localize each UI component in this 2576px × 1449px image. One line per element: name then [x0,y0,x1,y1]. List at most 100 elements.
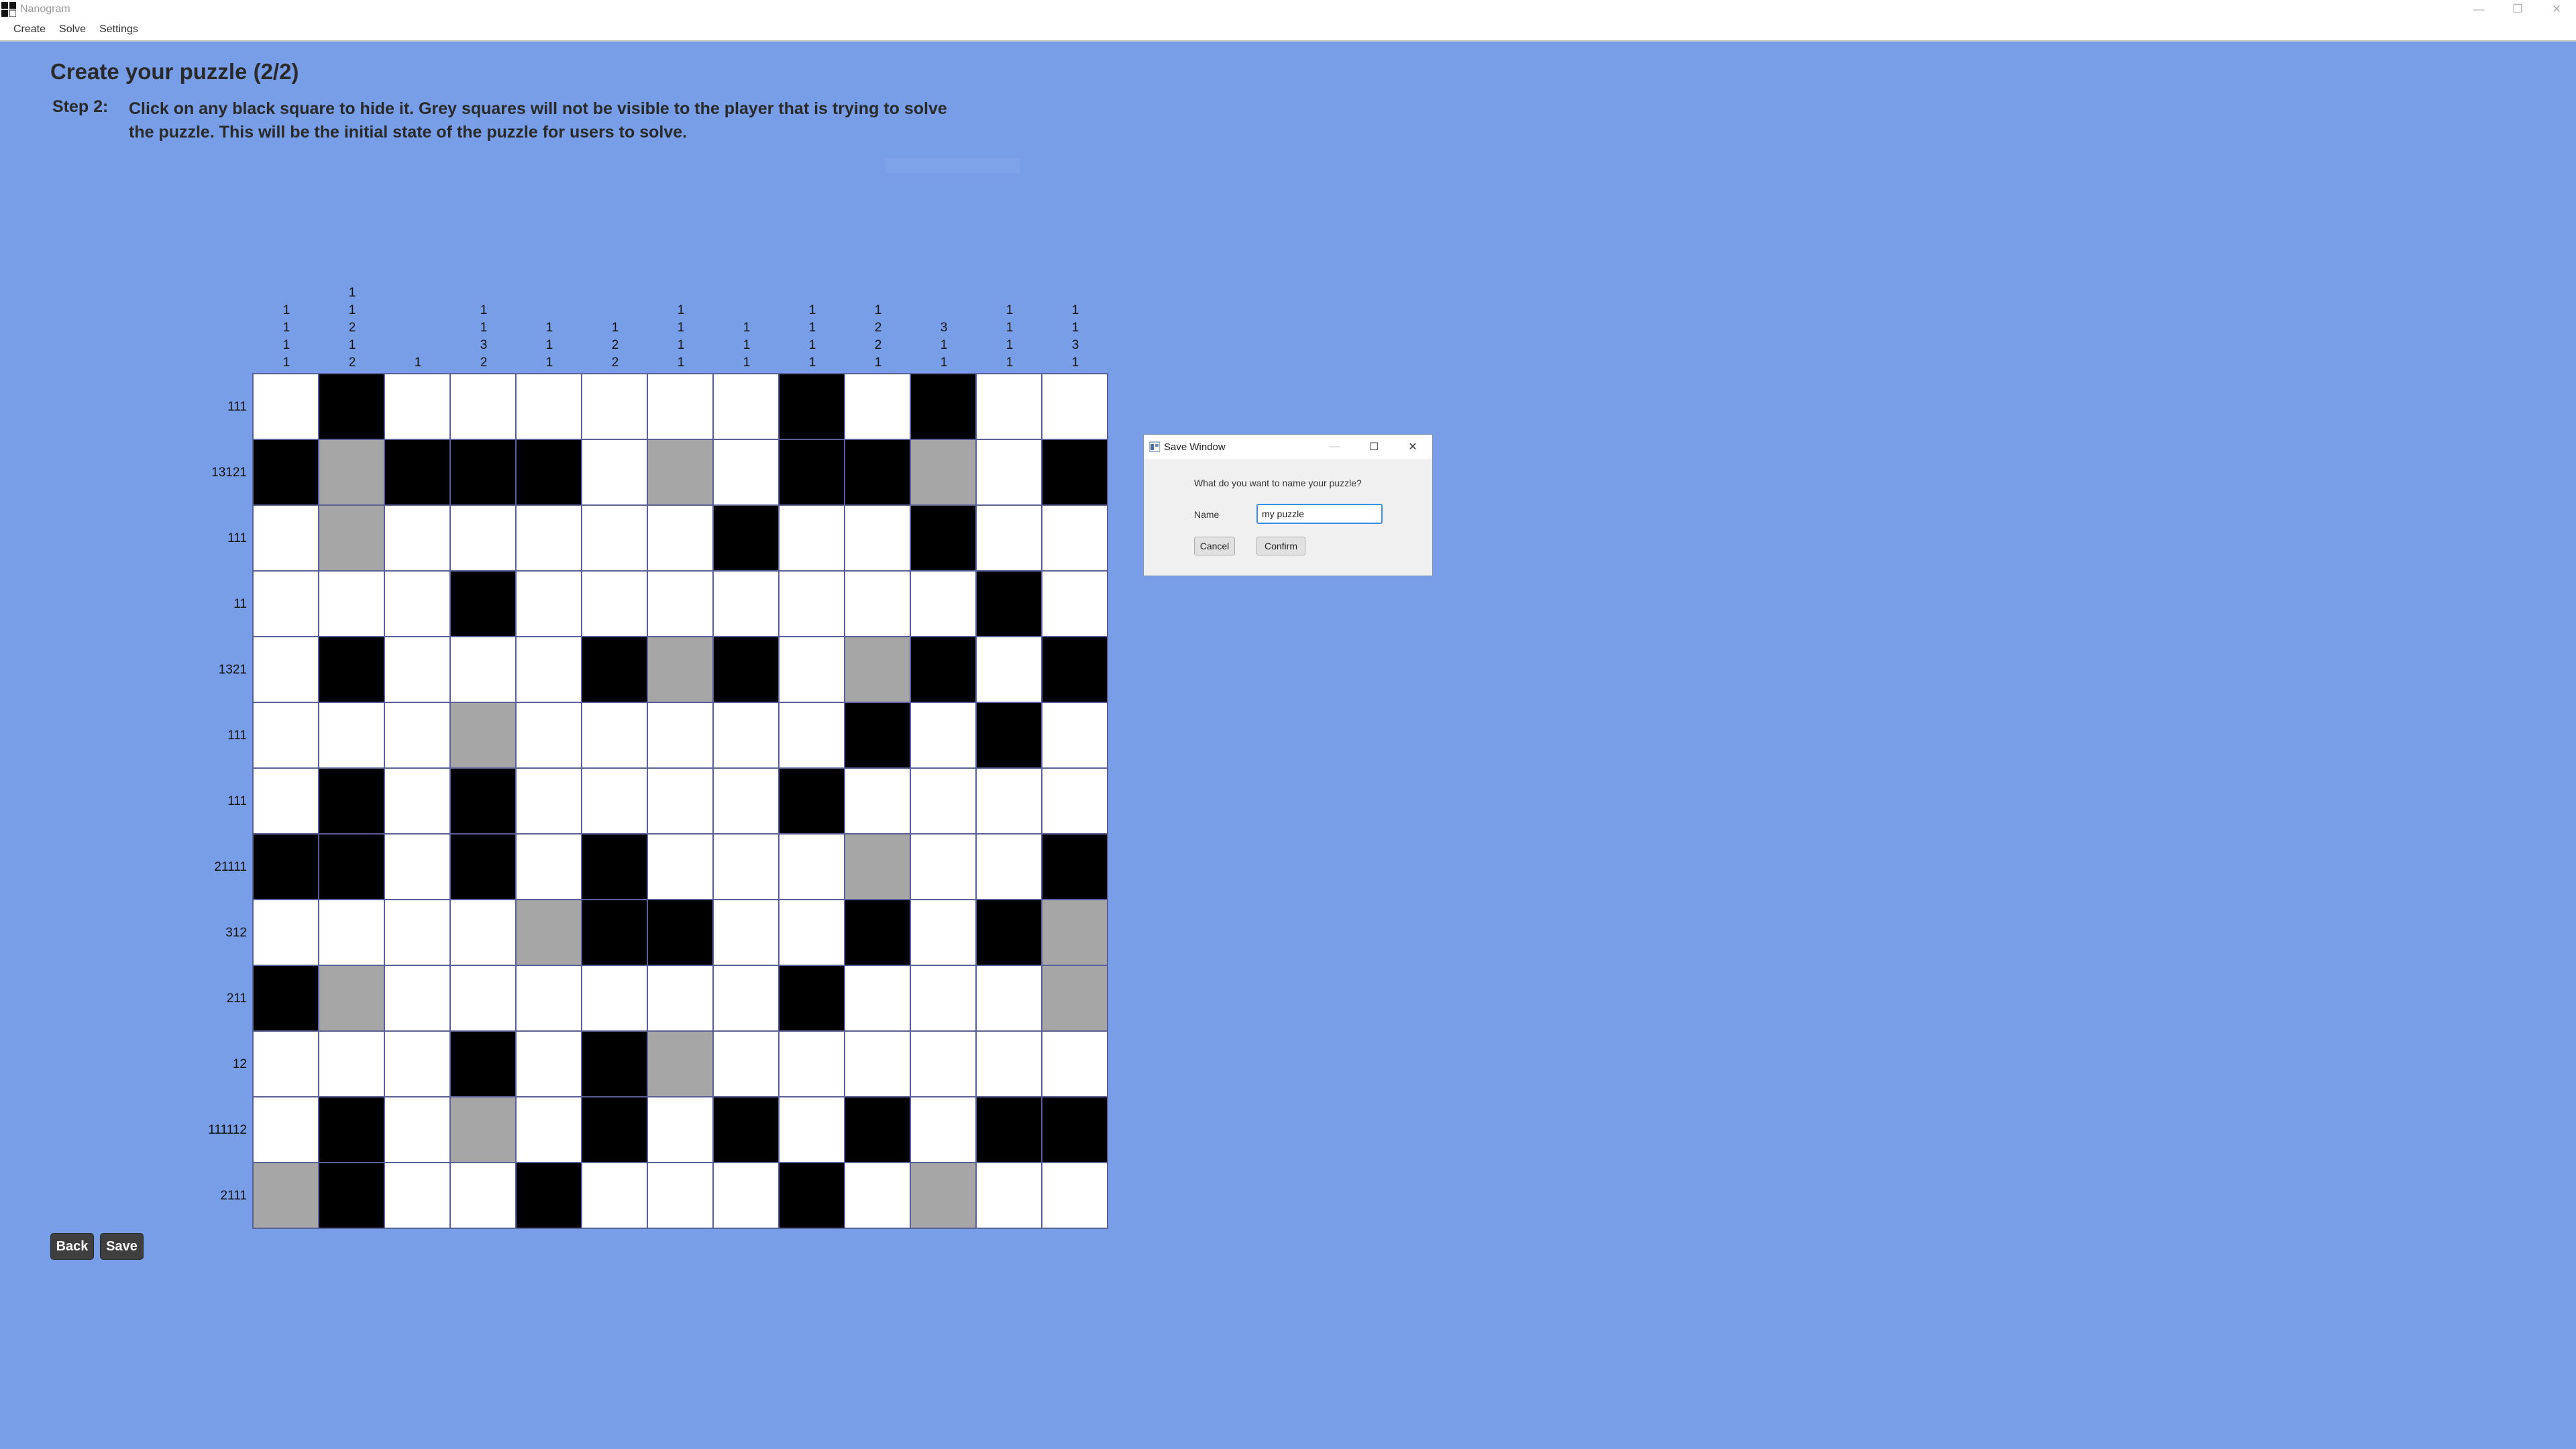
grid-cell-black[interactable] [319,637,384,702]
grid-cell-white[interactable] [451,900,515,965]
grid-cell-white[interactable] [780,1097,844,1162]
grid-cell-white[interactable] [977,506,1041,570]
grid-cell-white[interactable] [517,1097,581,1162]
grid-cell-black[interactable] [451,572,515,636]
grid-cell-grey[interactable] [845,637,910,702]
grid-cell-white[interactable] [385,374,449,439]
grid-cell-black[interactable] [582,1032,647,1096]
minimize-icon[interactable]: — [2459,0,2498,19]
grid-cell-white[interactable] [977,835,1041,899]
grid-cell-white[interactable] [254,1097,318,1162]
grid-cell-white[interactable] [977,1032,1041,1096]
grid-cell-white[interactable] [1042,769,1107,833]
grid-cell-white[interactable] [385,769,449,833]
grid-cell-grey[interactable] [319,440,384,504]
grid-cell-white[interactable] [714,374,778,439]
grid-cell-black[interactable] [451,1032,515,1096]
grid-cell-white[interactable] [254,703,318,767]
grid-cell-black[interactable] [582,835,647,899]
grid-cell-black[interactable] [845,440,910,504]
grid-cell-black[interactable] [582,1097,647,1162]
grid-cell-white[interactable] [517,506,581,570]
grid-cell-white[interactable] [517,966,581,1030]
grid-cell-white[interactable] [385,1032,449,1096]
grid-cell-white[interactable] [1042,572,1107,636]
grid-cell-black[interactable] [845,900,910,965]
grid-cell-grey[interactable] [319,506,384,570]
grid-cell-black[interactable] [1042,637,1107,702]
grid-cell-white[interactable] [845,1032,910,1096]
grid-cell-white[interactable] [517,703,581,767]
grid-cell-white[interactable] [1042,1163,1107,1228]
grid-cell-white[interactable] [714,703,778,767]
grid-cell-white[interactable] [385,637,449,702]
grid-cell-white[interactable] [582,703,647,767]
grid-cell-white[interactable] [517,637,581,702]
grid-cell-white[interactable] [845,966,910,1030]
restore-icon[interactable]: ❐ [2498,0,2537,19]
grid-cell-white[interactable] [582,769,647,833]
grid-cell-black[interactable] [517,440,581,504]
grid-cell-black[interactable] [977,1097,1041,1162]
grid-cell-white[interactable] [648,1097,712,1162]
grid-cell-grey[interactable] [648,1032,712,1096]
grid-cell-white[interactable] [254,572,318,636]
grid-cell-black[interactable] [319,1097,384,1162]
grid-cell-grey[interactable] [1042,966,1107,1030]
grid-cell-white[interactable] [517,769,581,833]
grid-cell-white[interactable] [451,637,515,702]
grid-cell-white[interactable] [517,835,581,899]
confirm-button[interactable]: Confirm [1256,537,1305,555]
grid-cell-white[interactable] [780,637,844,702]
grid-cell-black[interactable] [977,703,1041,767]
grid-cell-grey[interactable] [845,835,910,899]
grid-cell-black[interactable] [845,1097,910,1162]
grid-cell-black[interactable] [451,835,515,899]
grid-cell-white[interactable] [385,703,449,767]
grid-cell-white[interactable] [977,374,1041,439]
grid-cell-black[interactable] [977,900,1041,965]
grid-cell-white[interactable] [714,1032,778,1096]
grid-cell-black[interactable] [582,900,647,965]
maximize-icon[interactable]: ☐ [1354,435,1393,459]
grid-cell-white[interactable] [648,835,712,899]
grid-cell-white[interactable] [977,1163,1041,1228]
grid-cell-black[interactable] [385,440,449,504]
grid-cell-white[interactable] [582,1163,647,1228]
grid-cell-black[interactable] [911,637,975,702]
back-button[interactable]: Back [50,1233,94,1260]
grid-cell-white[interactable] [648,1163,712,1228]
grid-cell-white[interactable] [451,374,515,439]
cancel-button[interactable]: Cancel [1194,537,1235,555]
grid-cell-black[interactable] [648,900,712,965]
grid-cell-black[interactable] [780,1163,844,1228]
grid-cell-black[interactable] [780,966,844,1030]
grid-cell-white[interactable] [714,572,778,636]
name-input[interactable] [1256,504,1383,524]
grid-cell-white[interactable] [845,769,910,833]
grid-cell-white[interactable] [1042,1032,1107,1096]
grid-cell-black[interactable] [319,769,384,833]
grid-cell-white[interactable] [911,572,975,636]
grid-cell-white[interactable] [911,900,975,965]
grid-cell-white[interactable] [254,506,318,570]
grid-cell-grey[interactable] [911,440,975,504]
grid-cell-white[interactable] [254,1032,318,1096]
grid-cell-black[interactable] [714,1097,778,1162]
close-icon[interactable]: ✕ [1393,435,1432,459]
grid-cell-white[interactable] [977,769,1041,833]
grid-cell-white[interactable] [845,1163,910,1228]
grid-cell-white[interactable] [780,703,844,767]
grid-cell-white[interactable] [780,835,844,899]
grid-cell-black[interactable] [319,835,384,899]
grid-cell-black[interactable] [780,440,844,504]
grid-cell-grey[interactable] [451,1097,515,1162]
grid-cell-black[interactable] [319,374,384,439]
grid-cell-white[interactable] [582,440,647,504]
grid-cell-white[interactable] [780,572,844,636]
grid-cell-white[interactable] [648,374,712,439]
close-icon[interactable]: ✕ [2537,0,2576,19]
grid-cell-black[interactable] [911,506,975,570]
grid-cell-white[interactable] [1042,703,1107,767]
grid-cell-grey[interactable] [254,1163,318,1228]
